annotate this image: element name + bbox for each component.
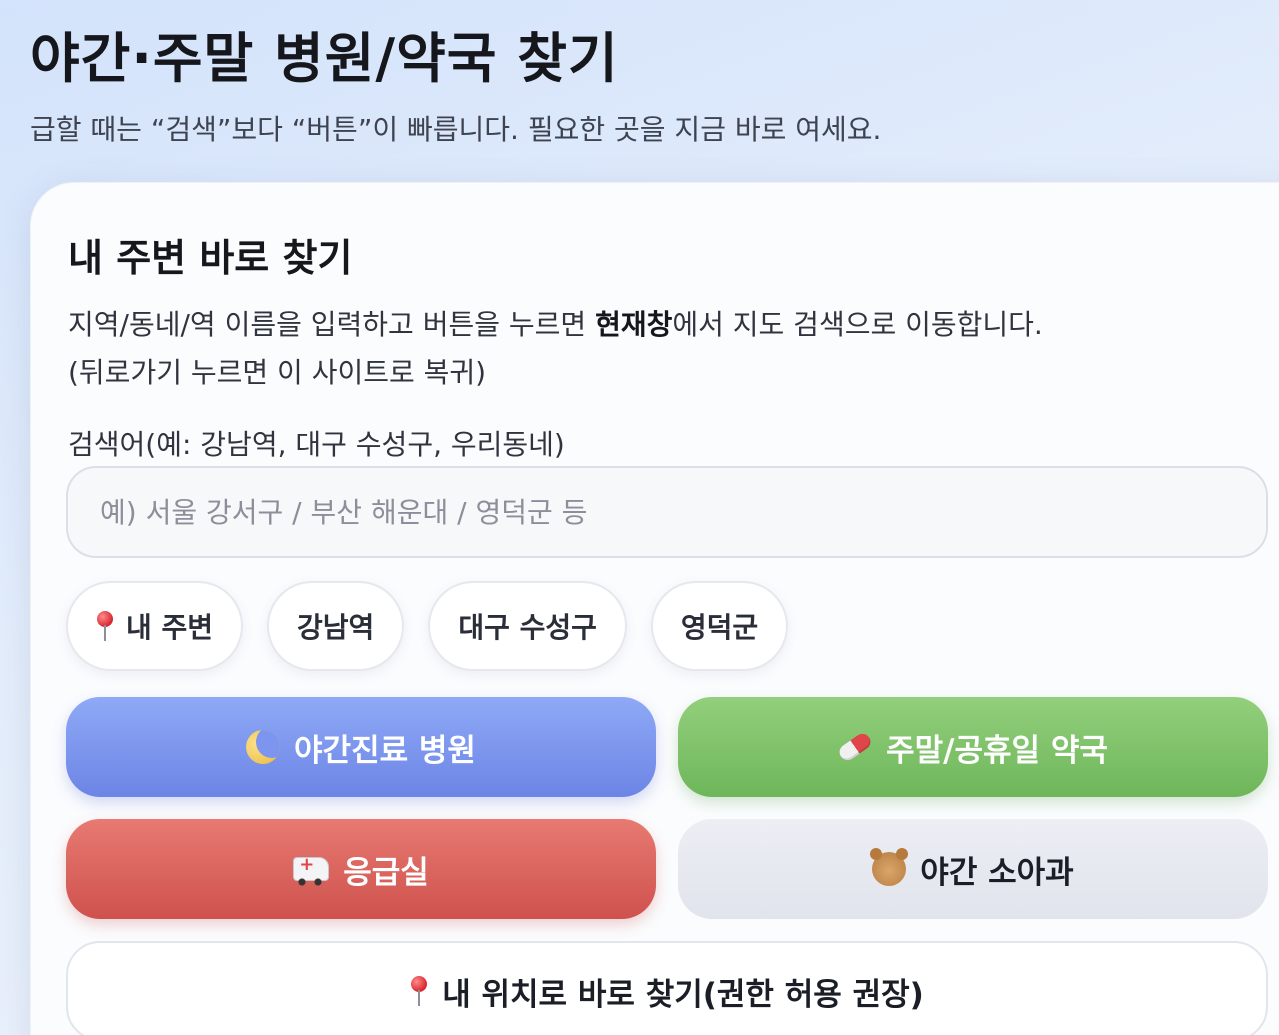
button-label: 응급실: [343, 854, 429, 891]
chip-label: 대구 수성구: [458, 611, 597, 644]
button-label: 야간 소아과: [920, 854, 1074, 891]
button-label: 야간진료 병원: [294, 732, 476, 769]
description-bold: 현재창: [595, 308, 673, 341]
search-card: 내 주변 바로 찾기 지역/동네/역 이름을 입력하고 버튼을 누르면 현재창에…: [30, 182, 1279, 1035]
my-location-button[interactable]: 내 위치로 바로 찾기(권한 허용 권장): [66, 941, 1268, 1035]
night-hospital-button[interactable]: 야간진료 병원: [66, 697, 656, 797]
chip-yeongdeok[interactable]: 영덕군: [650, 581, 789, 671]
ambulance-icon: [293, 854, 330, 886]
emergency-room-button[interactable]: 응급실: [66, 819, 656, 919]
card-title: 내 주변 바로 찾기: [68, 236, 353, 280]
night-pediatrics-button[interactable]: 야간 소아과: [678, 819, 1268, 919]
search-label: 검색어(예: 강남역, 대구 수성구, 우리동네): [68, 428, 565, 461]
pill-icon: [836, 730, 874, 764]
search-input[interactable]: [66, 466, 1268, 558]
description-text: 지역/동네/역 이름을 입력하고 버튼을 누르면: [68, 308, 596, 341]
chip-gangnam-station[interactable]: 강남역: [267, 581, 405, 671]
chip-label: 영덕군: [680, 611, 759, 644]
quick-chips: 내 주변 강남역 대구 수성구 영덕군: [66, 581, 789, 671]
chip-label: 내 주변: [126, 611, 214, 644]
pin-icon: [410, 976, 428, 1006]
description-line-2: (뒤로가기 누르면 이 사이트로 복귀): [68, 356, 487, 389]
pin-icon: [96, 611, 114, 641]
description-text: 에서 지도 검색으로 이동합니다.: [672, 308, 1043, 341]
weekend-pharmacy-button[interactable]: 주말/공휴일 약국: [678, 697, 1268, 797]
button-label: 주말/공휴일 약국: [886, 732, 1108, 769]
teddy-bear-icon: [870, 848, 909, 886]
chip-nearby[interactable]: 내 주변: [66, 581, 244, 671]
page-title: 야간·주말 병원/약국 찾기: [30, 27, 619, 90]
chip-label: 강남역: [297, 611, 375, 644]
chip-daegu-suseong[interactable]: 대구 수성구: [428, 581, 627, 671]
page-subtitle: 급할 때는 “검색”보다 “버튼”이 빠릅니다. 필요한 곳을 지금 바로 여세…: [30, 113, 882, 146]
description-line-1: 지역/동네/역 이름을 입력하고 버튼을 누르면 현재창에서 지도 검색으로 이…: [68, 301, 1043, 349]
crescent-moon-icon: [246, 730, 281, 764]
button-label: 내 위치로 바로 찾기(권한 허용 권장): [442, 976, 924, 1013]
card-description: 지역/동네/역 이름을 입력하고 버튼을 누르면 현재창에서 지도 검색으로 이…: [68, 301, 1043, 397]
